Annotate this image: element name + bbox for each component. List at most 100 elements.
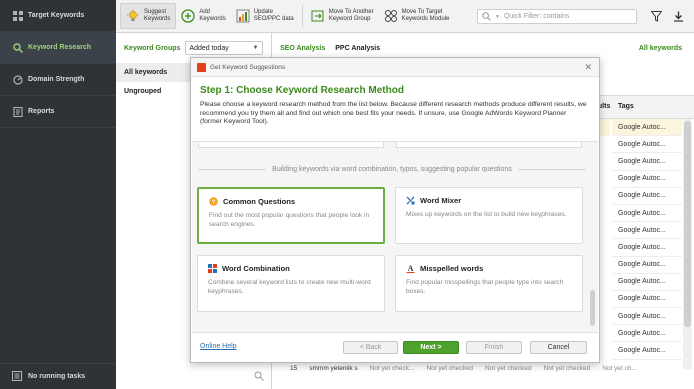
card-description: Find out the most popular questions that… <box>209 212 370 228</box>
method-list-scrollbar[interactable] <box>590 142 595 332</box>
table-cell[interactable]: Google Autoc... <box>612 171 682 188</box>
keyword-suggestions-dialog: Get Keyword Suggestions ✕ Step 1: Choose… <box>190 57 600 363</box>
add-keywords-label: Add Keywords <box>199 9 226 22</box>
card-edge <box>198 142 384 148</box>
table-cell[interactable]: Google Autoc... <box>612 119 682 137</box>
next-button[interactable]: Next > <box>403 341 459 354</box>
task-status[interactable]: No running tasks <box>0 363 116 389</box>
quick-filter-input[interactable]: ▼ Quick Filter: contains <box>477 9 637 24</box>
sidebar-item-domain-strength[interactable]: Domain Strength <box>0 64 116 96</box>
finish-button[interactable]: Finish <box>466 341 522 354</box>
chevron-down-icon: ▼ <box>252 45 259 51</box>
chevron-down-icon: ▼ <box>495 13 500 20</box>
table-cell[interactable]: Google Autoc... <box>612 222 682 240</box>
combination-icon <box>208 264 217 273</box>
table-cell[interactable]: Google Autoc... <box>612 274 682 291</box>
card-title: Word Mixer <box>420 196 462 205</box>
toolbar: Suggest Keywords Add Keywords Update SEO… <box>116 0 694 33</box>
suggest-keywords-label: Suggest Keywords <box>144 9 171 22</box>
update-data-label: Update SEO/PPC data <box>253 9 294 22</box>
misspell-icon: A <box>406 264 415 273</box>
table-cell[interactable]: Google Autoc... <box>612 291 682 309</box>
method-card-word-combination[interactable]: Word Combination Combine several keyword… <box>197 255 385 312</box>
svg-text:A: A <box>408 264 414 273</box>
sidebar-item-keyword-research[interactable]: Keyword Research <box>0 32 116 64</box>
grid-icon <box>12 10 23 21</box>
filter-icon[interactable] <box>649 9 663 23</box>
column-tags[interactable]: Tags <box>618 103 634 110</box>
svg-text:?: ? <box>212 199 216 206</box>
download-icon[interactable] <box>671 9 685 23</box>
card-title: Misspelled words <box>420 264 484 273</box>
tags-column: Google Autoc... Google Autoc... Google A… <box>612 119 682 360</box>
lightbulb-icon <box>126 9 140 23</box>
group-label: All keywords <box>124 69 168 76</box>
move-group-icon <box>311 9 325 23</box>
gauge-icon <box>12 74 23 85</box>
tab-seo-analysis[interactable]: SEO Analysis <box>280 45 325 52</box>
groups-sort-select[interactable]: Added today ▼ <box>185 41 264 55</box>
quick-filter-placeholder: Quick Filter: contains <box>503 13 570 20</box>
search-icon <box>12 42 23 53</box>
move-group-label: Move To Another Keyword Group <box>328 9 374 22</box>
card-edge <box>396 142 582 148</box>
row-cell: Not yet ch... <box>602 365 637 372</box>
move-target-button[interactable]: Move To Target Keywords Module <box>379 3 455 29</box>
scrollbar-thumb[interactable] <box>684 121 691 327</box>
sidebar-item-reports[interactable]: Reports <box>0 96 116 128</box>
table-cell[interactable]: Google Autoc... <box>612 342 682 360</box>
table-cell[interactable]: Google Autoc... <box>612 205 682 223</box>
step-description: Please choose a keyword research method … <box>200 101 587 125</box>
method-card-word-mixer[interactable]: Word Mixer Mixes up keywords on the list… <box>395 187 583 244</box>
task-status-label: No running tasks <box>28 373 86 380</box>
tasks-icon <box>12 371 23 382</box>
method-card-misspelled-words[interactable]: A Misspelled words Find popular misspell… <box>395 255 583 312</box>
plus-circle-icon <box>181 9 195 23</box>
dialog-footer: Online Help < Back Next > Finish Cancel <box>191 332 599 362</box>
online-help-link[interactable]: Online Help <box>200 343 237 350</box>
row-cell: Not yet check... <box>369 365 415 372</box>
update-data-button[interactable]: Update SEO/PPC data <box>231 3 299 29</box>
keyword-groups-label: Keyword Groups <box>124 44 181 52</box>
table-cell[interactable]: Google Autoc... <box>612 239 682 257</box>
all-keywords-link[interactable]: All keywords <box>639 45 682 52</box>
card-title: Common Questions <box>223 197 296 206</box>
scrollbar-thumb[interactable] <box>590 290 595 326</box>
tab-ppc-analysis[interactable]: PPC Analysis <box>335 45 380 52</box>
move-group-button[interactable]: Move To Another Keyword Group <box>306 3 379 29</box>
cancel-button[interactable]: Cancel <box>530 341 587 354</box>
step-heading: Step 1: Choose Keyword Research Method <box>200 85 404 96</box>
dialog-titlebar[interactable]: Get Keyword Suggestions ✕ <box>191 58 599 77</box>
table-cell[interactable]: Google Autoc... <box>612 153 682 171</box>
mixer-icon <box>406 196 415 205</box>
table-cell[interactable]: Google Autoc... <box>612 308 682 326</box>
move-target-icon <box>384 9 398 23</box>
row-cell: Not yet checked <box>543 365 591 372</box>
move-target-label: Move To Target Keywords Module <box>401 9 450 22</box>
back-button[interactable]: < Back <box>343 341 398 354</box>
card-description: Mixes up keywords on the list to build n… <box>406 211 567 218</box>
table-cell[interactable]: Google Autoc... <box>612 325 682 343</box>
table-cell[interactable]: Google Autoc... <box>612 188 682 205</box>
app-icon <box>197 62 206 72</box>
question-icon: ? <box>209 197 218 206</box>
search-icon[interactable] <box>254 371 264 381</box>
table-row[interactable]: 15 smmm yeteniik s Not yet check... Not … <box>272 362 692 375</box>
close-icon[interactable]: ✕ <box>584 62 592 73</box>
row-cell: Not yet checked <box>485 365 532 372</box>
dialog-title: Get Keyword Suggestions <box>210 63 286 71</box>
sidebar-item-label: Keyword Research <box>28 44 92 51</box>
card-description: Find popular misspellings that people ty… <box>406 279 564 295</box>
add-keywords-button[interactable]: Add Keywords <box>176 3 230 29</box>
suggest-keywords-button[interactable]: Suggest Keywords <box>120 3 177 29</box>
update-icon <box>236 9 250 23</box>
toolbar-divider <box>301 5 303 27</box>
method-card-common-questions[interactable]: ? Common Questions Find out the most pop… <box>197 187 385 244</box>
table-cell[interactable]: Google Autoc... <box>612 136 682 154</box>
card-title: Word Combination <box>222 264 290 273</box>
sidebar-item-label: Target Keywords <box>28 12 85 19</box>
card-description: Combine several keyword lists to create … <box>208 279 371 295</box>
sidebar-item-target-keywords[interactable]: Target Keywords <box>0 0 116 32</box>
table-cell[interactable]: Google Autoc... <box>612 257 682 274</box>
table-scrollbar[interactable] <box>683 119 692 369</box>
